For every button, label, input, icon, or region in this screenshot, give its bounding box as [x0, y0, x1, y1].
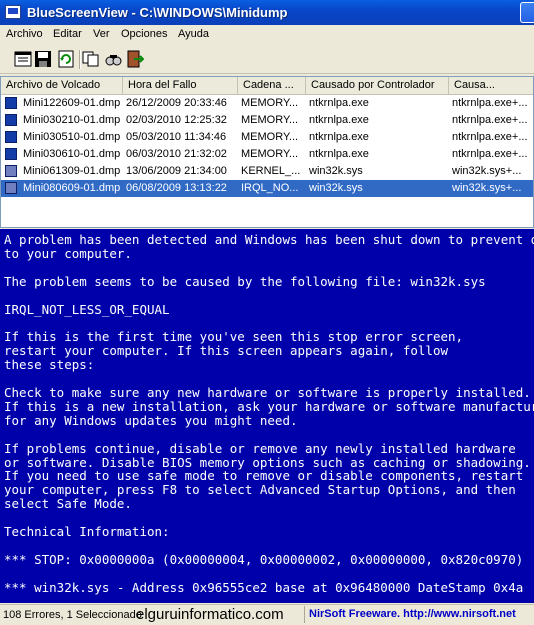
cell-dump-file: Mini030210-01.dmp — [23, 114, 121, 126]
cell-address: ntkrnlpa.exe+... — [452, 97, 528, 109]
cell-crash-time: 06/08/2009 13:13:22 — [126, 182, 227, 194]
menu-editar[interactable]: Editar — [53, 28, 82, 40]
cell-bug-check: IRQL_NO... — [241, 182, 299, 194]
refresh-icon[interactable] — [57, 50, 75, 68]
exit-icon[interactable] — [126, 50, 144, 68]
cell-crash-time: 02/03/2010 12:25:32 — [126, 114, 227, 126]
dump-file-icon — [5, 182, 17, 194]
cell-dump-file: Mini030610-01.dmp — [23, 148, 121, 160]
cell-driver: win32k.sys — [309, 165, 363, 177]
cell-address: ntkrnlpa.exe+... — [452, 131, 528, 143]
cell-crash-time: 26/12/2009 20:33:46 — [126, 97, 227, 109]
cell-crash-time: 06/03/2010 21:32:02 — [126, 148, 227, 160]
status-count: 108 Errores, 1 Seleccionado — [3, 609, 142, 621]
cell-bug-check: MEMORY... — [241, 148, 299, 160]
cell-dump-file: Mini122609-01.dmp — [23, 97, 121, 109]
cell-driver: ntkrnlpa.exe — [309, 148, 369, 160]
window-title: BlueScreenView - C:\WINDOWS\Minidump — [27, 5, 288, 20]
table-row[interactable]: Mini122609-01.dmp 26/12/2009 20:33:46 ME… — [1, 95, 533, 112]
cell-bug-check: MEMORY... — [241, 97, 299, 109]
cell-address: ntkrnlpa.exe+... — [452, 148, 528, 160]
table-row[interactable]: Mini061309-01.dmp 13/06/2009 21:34:00 KE… — [1, 163, 533, 180]
cell-dump-file: Mini030510-01.dmp — [23, 131, 121, 143]
crash-list[interactable]: Archivo de Volcado Hora del Fallo Cadena… — [0, 76, 534, 228]
dump-file-icon — [5, 165, 17, 177]
column-caused-by-address[interactable]: Causa... — [449, 77, 533, 94]
menu-bar: Archivo Editar Ver Opciones Ayuda — [0, 25, 534, 44]
cell-bug-check: MEMORY... — [241, 131, 299, 143]
menu-ver[interactable]: Ver — [93, 28, 110, 40]
nirsoft-link[interactable]: NirSoft Freeware. http://www.nirsoft.net — [304, 606, 534, 623]
dump-file-icon — [5, 97, 17, 109]
cell-bug-check: KERNEL_... — [241, 165, 301, 177]
cell-dump-file: Mini080609-01.dmp — [23, 182, 121, 194]
bsod-text: A problem has been detected and Windows … — [4, 232, 534, 595]
title-bar: BlueScreenView - C:\WINDOWS\Minidump — [0, 0, 534, 25]
menu-ayuda[interactable]: Ayuda — [178, 28, 209, 40]
cell-bug-check: MEMORY... — [241, 114, 299, 126]
cell-crash-time: 05/03/2010 11:34:46 — [126, 131, 227, 143]
cell-dump-file: Mini061309-01.dmp — [23, 165, 121, 177]
table-row-selected[interactable]: Mini080609-01.dmp 06/08/2009 13:13:22 IR… — [1, 180, 533, 197]
toolbar — [0, 44, 534, 74]
save-icon[interactable] — [34, 50, 52, 68]
status-watermark: elguruinformatico.com — [136, 606, 284, 623]
table-row[interactable]: Mini030210-01.dmp 02/03/2010 12:25:32 ME… — [1, 112, 533, 129]
app-icon — [5, 5, 21, 19]
cell-driver: ntkrnlpa.exe — [309, 131, 369, 143]
toolbar-separator — [79, 50, 81, 69]
column-crash-time[interactable]: Hora del Fallo — [123, 77, 238, 94]
cell-driver: win32k.sys — [309, 182, 363, 194]
dump-file-icon — [5, 131, 17, 143]
cell-address: win32k.sys+... — [452, 182, 522, 194]
search-icon[interactable] — [104, 50, 122, 68]
copy-icon[interactable] — [82, 50, 100, 68]
list-header: Archivo de Volcado Hora del Fallo Cadena… — [1, 77, 533, 95]
cell-crash-time: 13/06/2009 21:34:00 — [126, 165, 227, 177]
status-bar: 108 Errores, 1 Seleccionado elguruinform… — [0, 604, 534, 625]
column-dump-file[interactable]: Archivo de Volcado — [1, 77, 123, 94]
column-bug-check-string[interactable]: Cadena ... — [238, 77, 306, 94]
table-row[interactable]: Mini030610-01.dmp 06/03/2010 21:32:02 ME… — [1, 146, 533, 163]
cell-address: ntkrnlpa.exe+... — [452, 114, 528, 126]
properties-icon[interactable] — [14, 50, 32, 68]
blue-screen-preview[interactable]: A problem has been detected and Windows … — [0, 229, 534, 603]
dump-file-icon — [5, 148, 17, 160]
table-row[interactable]: Mini030510-01.dmp 05/03/2010 11:34:46 ME… — [1, 129, 533, 146]
dump-file-icon — [5, 114, 17, 126]
menu-opciones[interactable]: Opciones — [121, 28, 167, 40]
menu-archivo[interactable]: Archivo — [6, 28, 43, 40]
cell-driver: ntkrnlpa.exe — [309, 114, 369, 126]
cell-driver: ntkrnlpa.exe — [309, 97, 369, 109]
cell-address: win32k.sys+... — [452, 165, 522, 177]
minimize-button[interactable] — [520, 2, 534, 23]
column-caused-by-driver[interactable]: Causado por Controlador — [306, 77, 449, 94]
